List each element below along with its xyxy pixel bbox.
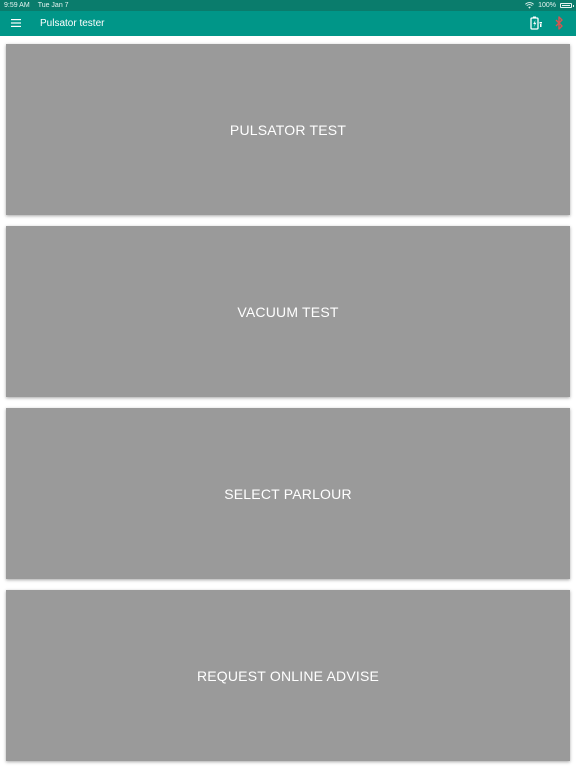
vacuum-test-label: VACUUM TEST (237, 303, 339, 320)
select-parlour-label: SELECT PARLOUR (224, 485, 352, 502)
status-bar: 9:59 AM Tue Jan 7 100% (0, 0, 576, 11)
status-time: 9:59 AM (4, 2, 30, 9)
pulsator-test-label: PULSATOR TEST (229, 121, 347, 138)
pulsator-test-button[interactable]: PULSATOR TEST (6, 44, 570, 215)
request-online-advise-button[interactable]: REQUEST ONLINE ADVISE (6, 590, 570, 761)
battery-icon (560, 3, 574, 8)
app-title: Pulsator tester (40, 18, 105, 29)
status-right: 100% (525, 0, 574, 11)
menu-icon[interactable] (10, 17, 22, 29)
battery-percentage: 100% (538, 2, 556, 9)
bluetooth-icon[interactable] (553, 16, 565, 30)
app-bar: Pulsator tester (0, 11, 576, 36)
wifi-icon (525, 2, 535, 9)
select-parlour-button[interactable]: SELECT PARLOUR (6, 408, 570, 579)
battery-plug-icon[interactable] (529, 16, 543, 30)
request-online-advise-label: REQUEST ONLINE ADVISE (196, 667, 380, 684)
status-left: 9:59 AM Tue Jan 7 (4, 0, 69, 11)
status-date: Tue Jan 7 (37, 2, 69, 9)
vacuum-test-button[interactable]: VACUUM TEST (6, 226, 570, 397)
